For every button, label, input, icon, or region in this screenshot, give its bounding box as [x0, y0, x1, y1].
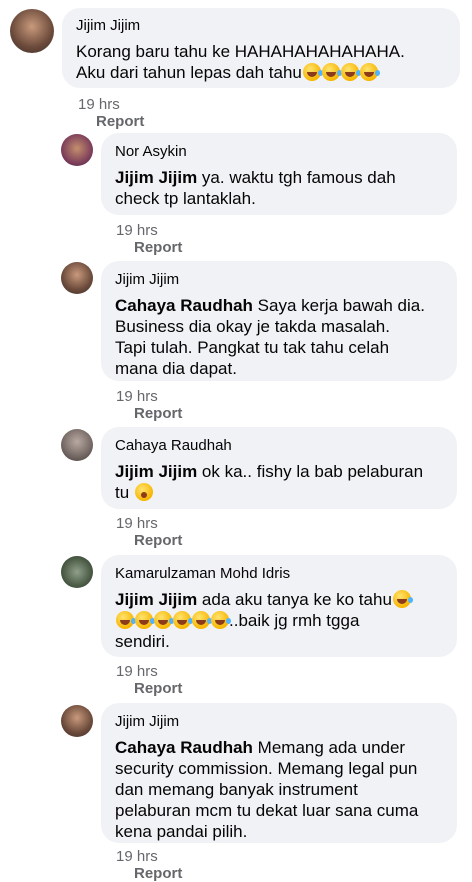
comment-text-line: mana dia dapat.: [115, 359, 237, 378]
report-link[interactable]: Report: [134, 532, 182, 549]
timestamp[interactable]: 19 hrs: [116, 663, 158, 680]
comment-text-line: Aku dari tahun lepas dah tahu: [76, 63, 302, 82]
laughing-emoji-icon: [392, 590, 413, 608]
comment-meta: 19 hrs Report: [116, 848, 182, 882]
rofl-emoji-icon: [211, 611, 231, 629]
comment-text-line: Korang baru tahu ke HAHAHAHAHAHAHA.: [76, 42, 405, 61]
comment-author[interactable]: Cahaya Raudhah: [115, 437, 443, 455]
surprised-emoji-icon: [134, 483, 153, 501]
comment-text-line: Memang ada under: [252, 738, 406, 757]
comment-text: Cahaya Raudhah Memang ada under security…: [115, 737, 443, 842]
comment-text-line: kena pandai pilih.: [115, 822, 248, 841]
comment-text: Jijim Jijim ada aku tanya ke ko tahu ..b…: [115, 589, 443, 652]
laughing-emoji-icon: [154, 611, 174, 629]
comment-text-line: ok ka.. fishy la bab pelaburan: [197, 462, 424, 481]
mention-link[interactable]: Jijim Jijim: [115, 462, 197, 481]
comment-text-line: tu: [115, 483, 130, 502]
report-link[interactable]: Report: [96, 113, 144, 130]
comment-author[interactable]: Nor Asykin: [115, 143, 443, 161]
report-link[interactable]: Report: [134, 680, 182, 697]
rofl-emoji-icon: [173, 611, 193, 629]
avatar[interactable]: [61, 262, 93, 294]
comment-bubble: Jijim Jijim Korang baru tahu ke HAHAHAHA…: [62, 8, 460, 88]
comment-author[interactable]: Jijim Jijim: [115, 713, 443, 731]
comment-author[interactable]: Kamarulzaman Mohd Idris: [115, 565, 443, 583]
timestamp[interactable]: 19 hrs: [116, 848, 158, 865]
comment-bubble: Kamarulzaman Mohd Idris Jijim Jijim ada …: [101, 555, 457, 657]
comment-text: Jijim Jijim ya. waktu tgh famous dah che…: [115, 167, 443, 209]
timestamp[interactable]: 19 hrs: [116, 515, 158, 532]
avatar[interactable]: [10, 9, 54, 53]
comment-meta: 19 hrs Report: [116, 388, 182, 422]
mention-link[interactable]: Cahaya Raudhah: [115, 738, 253, 757]
timestamp[interactable]: 19 hrs: [116, 388, 158, 405]
comment-text: Cahaya Raudhah Saya kerja bawah dia. Bus…: [115, 295, 443, 379]
comment-text-line: ya. waktu tgh famous dah: [197, 168, 396, 187]
comment-meta: 19 hrs Report: [78, 96, 144, 130]
comment-text-line: Saya kerja bawah dia.: [252, 296, 425, 315]
comment-bubble: Nor Asykin Jijim Jijim ya. waktu tgh fam…: [101, 133, 457, 215]
avatar[interactable]: [61, 134, 93, 166]
laughing-emoji-icon: [135, 611, 155, 629]
comment-text-line: security commission. Memang legal pun: [115, 759, 418, 778]
comment-meta: 19 hrs Report: [116, 222, 182, 256]
avatar[interactable]: [61, 429, 93, 461]
comment-text-line: check tp lantaklah.: [115, 189, 256, 208]
comment-bubble: Jijim Jijim Cahaya Raudhah Saya kerja ba…: [101, 261, 457, 381]
mention-link[interactable]: Jijim Jijim: [115, 168, 197, 187]
comment-text-line: Business dia okay je takda masalah.: [115, 317, 390, 336]
avatar[interactable]: [61, 705, 93, 737]
rofl-emoji-icon: [116, 611, 136, 629]
comment-text-line: ada aku tanya ke ko tahu: [197, 590, 392, 609]
comment-text-line: Tapi tulah. Pangkat tu tak tahu celah: [115, 338, 390, 357]
rofl-emoji-icon: [302, 63, 323, 81]
comment-text-line: sendiri.: [115, 632, 170, 651]
laughing-emoji-icon: [192, 611, 212, 629]
comment-bubble: Jijim Jijim Cahaya Raudhah Memang ada un…: [101, 703, 457, 843]
report-link[interactable]: Report: [134, 239, 182, 256]
comment-author[interactable]: Jijim Jijim: [115, 271, 443, 289]
comment-text: Korang baru tahu ke HAHAHAHAHAHAHA. Aku …: [76, 41, 446, 83]
rofl-emoji-icon: [359, 63, 380, 81]
comment-meta: 19 hrs Report: [116, 663, 182, 697]
comment-author[interactable]: Jijim Jijim: [76, 17, 446, 35]
mention-link[interactable]: Jijim Jijim: [115, 590, 197, 609]
report-link[interactable]: Report: [134, 865, 182, 882]
comment-text-line: dan memang banyak instrument: [115, 780, 358, 799]
mention-link[interactable]: Cahaya Raudhah: [115, 296, 253, 315]
comment-text-line: pelaburan mcm tu dekat luar sana cuma: [115, 801, 419, 820]
comment-text: Jijim Jijim ok ka.. fishy la bab pelabur…: [115, 461, 443, 503]
timestamp[interactable]: 19 hrs: [116, 222, 158, 239]
rofl-emoji-icon: [321, 63, 342, 81]
comment-text-line: ..baik jg rmh tgga: [229, 611, 360, 630]
comment-meta: 19 hrs Report: [116, 515, 182, 549]
avatar[interactable]: [61, 556, 93, 588]
rofl-emoji-icon: [340, 63, 361, 81]
report-link[interactable]: Report: [134, 405, 182, 422]
comment-bubble: Cahaya Raudhah Jijim Jijim ok ka.. fishy…: [101, 427, 457, 509]
timestamp[interactable]: 19 hrs: [78, 96, 120, 113]
